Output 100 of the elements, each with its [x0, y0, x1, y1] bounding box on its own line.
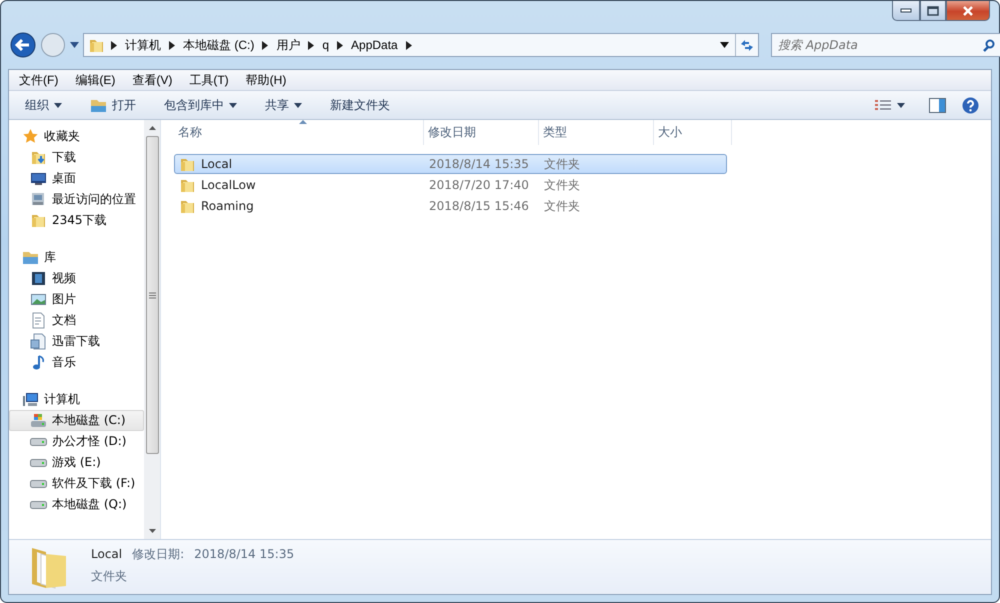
menu-item[interactable]: 查看(V) — [130, 72, 180, 88]
table-cell-text: 文件夹 — [543, 176, 581, 194]
chevron-icon[interactable] — [406, 40, 412, 50]
menu-item[interactable]: 帮助(H) — [244, 72, 294, 88]
breadcrumb[interactable]: 计算机 — [123, 36, 163, 54]
drive-icon — [30, 458, 47, 466]
preview-pane-icon[interactable] — [929, 98, 946, 112]
nav-item[interactable]: 软件及下载 (F:) — [9, 473, 144, 494]
breadcrumb[interactable]: 用户 — [274, 36, 302, 54]
document-icon — [30, 333, 47, 350]
drive-icon — [30, 500, 47, 508]
drive-icon — [30, 480, 47, 488]
column-header[interactable]: 大小 — [654, 120, 732, 145]
table-cell-text: 2018/7/20 17:40 — [428, 178, 530, 192]
chevron-icon[interactable] — [337, 40, 344, 50]
toolbar-button[interactable]: 包含到库中 — [156, 94, 245, 116]
toolbar-button[interactable]: 打开 — [82, 94, 144, 116]
minimize-icon[interactable] — [900, 8, 912, 13]
table-cell-text: 2018/8/15 15:46 — [428, 199, 530, 213]
file-row[interactable]: LocalLow 2018/7/20 17:40 文件夹 — [174, 175, 727, 195]
minimize-button[interactable] — [892, 1, 920, 21]
field-label: 修改日期: — [132, 546, 184, 563]
search-icon[interactable] — [983, 39, 995, 52]
maximize-icon[interactable] — [927, 6, 939, 16]
file-name: Local — [201, 157, 232, 171]
chevron-icon[interactable] — [111, 40, 117, 50]
scroll-down-icon[interactable] — [148, 529, 156, 533]
table-cell-text: 2018/8/14 15:35 — [428, 157, 530, 171]
caret-icon — [897, 102, 905, 108]
library-folder-icon — [22, 249, 39, 266]
search-field[interactable]: 搜索 AppData — [771, 33, 1000, 57]
toolbar-button[interactable]: 共享 — [257, 94, 310, 116]
details-view-icon — [874, 98, 892, 112]
item-type: 文件夹 — [91, 568, 128, 585]
toolbar-button[interactable]: 新建文件夹 — [322, 94, 398, 116]
nav-item[interactable]: 视频 — [9, 268, 144, 289]
table-cell-text: 文件夹 — [543, 156, 581, 172]
chevron-icon[interactable] — [308, 40, 314, 50]
drive-icon — [30, 438, 47, 446]
file-row[interactable]: Local 2018/8/14 15:35 文件夹 — [174, 154, 727, 174]
scrollbar[interactable] — [144, 120, 160, 539]
help-icon[interactable] — [962, 96, 979, 114]
table-cell-text: 文件夹 — [543, 198, 581, 214]
column-header[interactable]: 修改日期 — [424, 120, 539, 145]
maximize-button[interactable] — [920, 1, 946, 21]
menu-item[interactable]: 文件(F) — [17, 72, 66, 88]
scroll-up-icon[interactable] — [148, 126, 156, 130]
caret-icon — [294, 102, 302, 108]
download-folder-icon — [30, 149, 47, 166]
item-name: Local — [91, 547, 122, 561]
chevron-icon[interactable] — [262, 40, 268, 50]
nav-item[interactable]: 游戏 (E:) — [9, 452, 144, 473]
history-dropdown[interactable] — [70, 42, 79, 48]
breadcrumb[interactable]: AppData — [349, 38, 400, 52]
nav-item[interactable]: 本地磁盘 (C:) — [9, 410, 144, 431]
document-icon — [30, 312, 47, 329]
menu-item[interactable]: 工具(T) — [187, 72, 236, 88]
dropdown-arrow-icon[interactable] — [720, 42, 729, 48]
nav-item[interactable]: 办公才怪 (D:) — [9, 431, 144, 452]
column-header[interactable]: 类型 — [539, 120, 654, 145]
refresh-icon[interactable] — [740, 38, 754, 52]
monitor-icon — [30, 170, 47, 187]
nav-item[interactable]: 图片 — [9, 289, 144, 310]
back-button[interactable] — [10, 32, 36, 58]
toolbar-button[interactable]: 组织 — [17, 94, 70, 116]
file-row[interactable]: Roaming 2018/8/15 15:46 文件夹 — [174, 196, 727, 216]
nav-item[interactable]: 音乐 — [9, 352, 144, 373]
caret-icon — [229, 102, 237, 108]
nav-item[interactable]: 本地磁盘 (Q:) — [9, 494, 144, 515]
star-icon — [22, 128, 39, 145]
nav-item[interactable]: 文档 — [9, 310, 144, 331]
grip-icon[interactable] — [148, 292, 156, 298]
system-drive-icon — [30, 412, 47, 429]
nav-item[interactable]: 最近访问的位置 — [9, 189, 144, 210]
nav-item[interactable]: 迅雷下载 — [9, 331, 144, 352]
breadcrumb[interactable]: q — [320, 38, 332, 52]
nav-section-header[interactable]: 收藏夹 — [9, 126, 144, 147]
computer-icon — [22, 391, 39, 408]
nav-item[interactable]: 下载 — [9, 147, 144, 168]
nav-item[interactable]: 2345下载 — [9, 210, 144, 231]
field-value: 2018/8/14 15:35 — [194, 547, 294, 561]
breadcrumb[interactable]: 本地磁盘 (C:) — [181, 36, 256, 54]
recent-places-icon — [30, 191, 47, 208]
file-name: LocalLow — [201, 178, 256, 192]
chevron-icon[interactable] — [169, 40, 175, 50]
music-note-icon — [30, 354, 47, 371]
close-icon[interactable] — [963, 6, 973, 16]
nav-section-header[interactable]: 计算机 — [9, 389, 144, 410]
image-icon — [30, 291, 47, 308]
folder-icon — [30, 212, 47, 229]
file-name: Roaming — [201, 199, 254, 213]
nav-section-header[interactable]: 库 — [9, 247, 144, 268]
close-button[interactable] — [946, 1, 990, 21]
nav-item[interactable]: 桌面 — [9, 168, 144, 189]
column-header[interactable]: 名称 — [174, 120, 424, 145]
address-bar[interactable]: 计算机 本地磁盘 (C:) 用户 q AppData — [83, 33, 759, 57]
folder-icon — [90, 98, 107, 112]
menu-item[interactable]: 编辑(E) — [73, 72, 122, 88]
film-icon — [30, 270, 47, 287]
caret-icon — [54, 102, 62, 108]
